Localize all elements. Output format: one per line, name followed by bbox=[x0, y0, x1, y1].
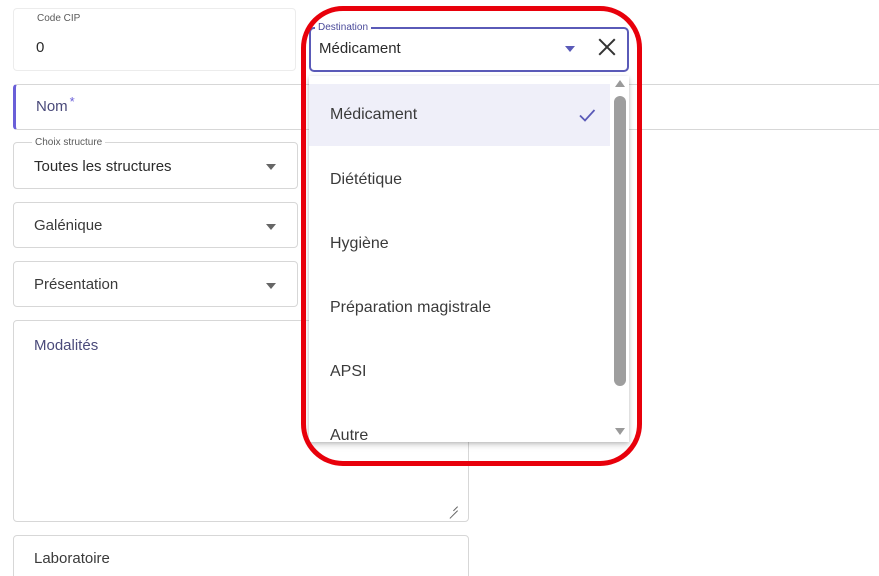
close-icon[interactable] bbox=[596, 36, 618, 58]
scrollbar-thumb[interactable] bbox=[614, 96, 626, 386]
chevron-down-icon[interactable] bbox=[565, 46, 575, 52]
chevron-down-icon bbox=[266, 164, 276, 170]
code-cip-field[interactable]: Code CIP 0 bbox=[13, 8, 296, 71]
galenique-select[interactable]: Galénique bbox=[13, 202, 298, 248]
scroll-up-arrow-icon[interactable] bbox=[615, 80, 625, 87]
laboratoire-field[interactable]: Laboratoire bbox=[13, 535, 469, 576]
option-preparation-magistrale[interactable]: Préparation magistrale bbox=[309, 277, 610, 339]
check-icon bbox=[579, 109, 596, 122]
laboratoire-placeholder: Laboratoire bbox=[34, 550, 110, 567]
destination-select[interactable]: Destination Médicament bbox=[309, 22, 629, 72]
chevron-down-icon bbox=[266, 283, 276, 289]
option-autre[interactable]: Autre bbox=[309, 405, 610, 442]
chevron-down-icon bbox=[266, 224, 276, 230]
modalites-placeholder: Modalités bbox=[34, 337, 99, 354]
destination-dropdown: Médicament Diététique Hygiène Préparatio… bbox=[309, 76, 629, 442]
nom-placeholder: Nom * bbox=[36, 94, 75, 115]
presentation-select[interactable]: Présentation bbox=[13, 261, 298, 307]
option-hygiene[interactable]: Hygiène bbox=[309, 213, 610, 275]
choix-structure-label: Choix structure bbox=[32, 137, 106, 148]
option-medicament[interactable]: Médicament bbox=[309, 84, 610, 146]
option-apsi[interactable]: APSI bbox=[309, 341, 610, 403]
galenique-placeholder: Galénique bbox=[34, 217, 103, 234]
destination-value: Médicament bbox=[319, 40, 401, 57]
choix-structure-select[interactable]: Choix structure Toutes les structures bbox=[13, 137, 298, 189]
code-cip-label: Code CIP bbox=[37, 13, 81, 24]
presentation-placeholder: Présentation bbox=[34, 276, 119, 293]
scroll-down-arrow-icon[interactable] bbox=[615, 428, 625, 435]
choix-structure-value: Toutes les structures bbox=[34, 158, 172, 175]
resize-handle-icon[interactable] bbox=[448, 501, 458, 511]
code-cip-value: 0 bbox=[36, 39, 45, 56]
option-dietetique[interactable]: Diététique bbox=[309, 149, 610, 211]
destination-label: Destination bbox=[315, 22, 372, 33]
required-asterisk: * bbox=[69, 94, 75, 109]
